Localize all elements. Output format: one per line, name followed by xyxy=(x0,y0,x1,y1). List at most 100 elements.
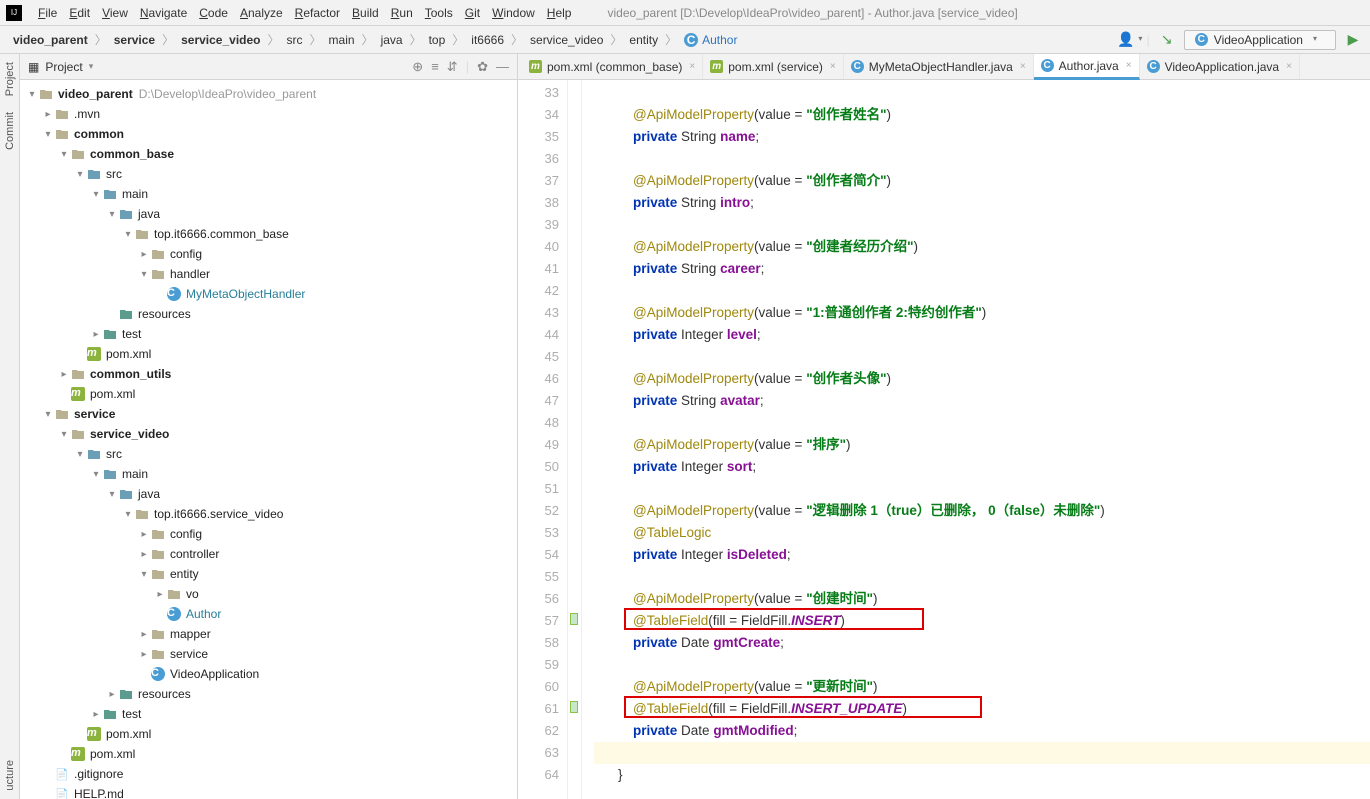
menu-run[interactable]: Run xyxy=(385,6,419,20)
close-icon[interactable]: × xyxy=(1020,61,1026,72)
close-icon[interactable]: × xyxy=(830,61,836,72)
breadcrumb-item[interactable]: service xyxy=(109,33,160,47)
hide-panel-icon[interactable]: — xyxy=(496,59,509,75)
code-line[interactable]: private Date gmtModified; xyxy=(594,720,1370,742)
menu-tools[interactable]: Tools xyxy=(419,6,459,20)
menu-code[interactable]: Code xyxy=(193,6,234,20)
tree-item[interactable]: ▾src xyxy=(20,164,517,184)
tree-item[interactable]: ▾top.it6666.service_video xyxy=(20,504,517,524)
chevron-down-icon[interactable]: ▾ xyxy=(89,61,94,72)
code-line[interactable] xyxy=(594,148,1370,170)
editor-tab[interactable]: CAuthor.java× xyxy=(1034,54,1140,80)
tree-root[interactable]: ▾video_parentD:\Develop\IdeaPro\video_pa… xyxy=(20,84,517,104)
commit-tool-tab[interactable]: Commit xyxy=(2,104,18,158)
code-line[interactable] xyxy=(594,654,1370,676)
tree-item[interactable]: mpom.xml xyxy=(20,344,517,364)
breadcrumb-item[interactable]: src xyxy=(282,33,308,47)
breadcrumb-item[interactable]: service_video xyxy=(525,33,608,47)
run-config-selector[interactable]: C VideoApplication ▾ xyxy=(1184,30,1336,50)
code-line[interactable]: @TableField(fill = FieldFill.INSERT) xyxy=(594,610,1370,632)
breadcrumb-item[interactable]: main xyxy=(324,33,360,47)
tree-item[interactable]: ▸vo xyxy=(20,584,517,604)
code-line[interactable]: private String career; xyxy=(594,258,1370,280)
tree-item[interactable]: ▸controller xyxy=(20,544,517,564)
code-line[interactable] xyxy=(594,346,1370,368)
collapse-all-icon[interactable]: ⇵ xyxy=(447,59,458,75)
menu-refactor[interactable]: Refactor xyxy=(289,6,346,20)
project-tool-tab[interactable]: Project xyxy=(2,54,18,104)
breadcrumb-item[interactable]: video_parent xyxy=(8,33,93,47)
code-line[interactable]: @ApiModelProperty(value = "创作者简介") xyxy=(594,170,1370,192)
close-icon[interactable]: × xyxy=(1286,61,1292,72)
menu-window[interactable]: Window xyxy=(486,6,541,20)
tree-item[interactable]: ▾main xyxy=(20,184,517,204)
code-line[interactable]: private Integer isDeleted; xyxy=(594,544,1370,566)
tree-item[interactable]: mpom.xml xyxy=(20,744,517,764)
expand-all-icon[interactable]: ≡ xyxy=(431,59,439,75)
code-line[interactable]: @TableLogic xyxy=(594,522,1370,544)
select-opened-file-icon[interactable]: ⊕ xyxy=(412,59,423,75)
menu-git[interactable]: Git xyxy=(459,6,486,20)
menu-edit[interactable]: Edit xyxy=(63,6,96,20)
tree-item[interactable]: ▾main xyxy=(20,464,517,484)
run-button[interactable]: ▶ xyxy=(1344,31,1362,49)
code-line[interactable] xyxy=(594,82,1370,104)
code-editor[interactable]: 3334353637383940414243444546474849505152… xyxy=(518,80,1370,799)
tree-item[interactable]: ▾src xyxy=(20,444,517,464)
menu-help[interactable]: Help xyxy=(541,6,578,20)
code-line[interactable]: private String intro; xyxy=(594,192,1370,214)
close-icon[interactable]: × xyxy=(689,61,695,72)
code-line[interactable]: @ApiModelProperty(value = "更新时间") xyxy=(594,676,1370,698)
tree-item[interactable]: CAuthor xyxy=(20,604,517,624)
code-line[interactable]: @ApiModelProperty(value = "创建时间") xyxy=(594,588,1370,610)
menu-analyze[interactable]: Analyze xyxy=(234,6,289,20)
code-line[interactable] xyxy=(594,214,1370,236)
tree-item[interactable]: ▸test xyxy=(20,704,517,724)
code-content[interactable]: @ApiModelProperty(value = "创作者姓名") priva… xyxy=(582,80,1370,799)
code-line[interactable]: @TableField(fill = FieldFill.INSERT_UPDA… xyxy=(594,698,1370,720)
tree-item[interactable]: ▾java xyxy=(20,484,517,504)
breadcrumb-item[interactable]: service_video xyxy=(176,33,265,47)
tree-item[interactable]: CVideoApplication xyxy=(20,664,517,684)
editor-tab[interactable]: mpom.xml (common_base)× xyxy=(522,54,703,79)
code-line[interactable]: private String name; xyxy=(594,126,1370,148)
build-button[interactable]: ↘ xyxy=(1158,31,1176,49)
code-line[interactable] xyxy=(594,566,1370,588)
editor-tab[interactable]: CVideoApplication.java× xyxy=(1140,54,1300,79)
code-line[interactable]: private Date gmtCreate; xyxy=(594,632,1370,654)
tree-item[interactable]: resources xyxy=(20,304,517,324)
tree-item[interactable]: ▸common_utils xyxy=(20,364,517,384)
code-line[interactable] xyxy=(594,478,1370,500)
tree-item[interactable]: ▸resources xyxy=(20,684,517,704)
tree-item[interactable]: ▸.mvn xyxy=(20,104,517,124)
tree-item[interactable]: ▾top.it6666.common_base xyxy=(20,224,517,244)
tree-item[interactable]: ▾entity xyxy=(20,564,517,584)
code-line[interactable] xyxy=(594,280,1370,302)
menu-file[interactable]: File xyxy=(32,6,63,20)
code-line[interactable]: @ApiModelProperty(value = "排序") xyxy=(594,434,1370,456)
editor-tab[interactable]: CMyMetaObjectHandler.java× xyxy=(844,54,1034,79)
code-line[interactable]: } xyxy=(594,764,1370,786)
breadcrumb-item[interactable]: top xyxy=(424,33,451,47)
tree-item[interactable]: ▸mapper xyxy=(20,624,517,644)
tree-item[interactable]: CMyMetaObjectHandler xyxy=(20,284,517,304)
tree-item[interactable]: ▸config xyxy=(20,244,517,264)
tree-item[interactable]: ▾common xyxy=(20,124,517,144)
editor-tab[interactable]: mpom.xml (service)× xyxy=(703,54,844,79)
code-line[interactable]: private Integer level; xyxy=(594,324,1370,346)
breadcrumb-item[interactable]: java xyxy=(376,33,408,47)
tree-item[interactable]: ▾common_base xyxy=(20,144,517,164)
menu-build[interactable]: Build xyxy=(346,6,385,20)
menu-view[interactable]: View xyxy=(96,6,134,20)
code-line[interactable]: @ApiModelProperty(value = "创建者经历介绍") xyxy=(594,236,1370,258)
settings-icon[interactable]: ✿ xyxy=(477,59,488,75)
code-line[interactable] xyxy=(594,742,1370,764)
code-line[interactable]: private Integer sort; xyxy=(594,456,1370,478)
cwm-icon[interactable]: 👤▾ xyxy=(1121,31,1139,49)
tree-item[interactable]: 📄.gitignore xyxy=(20,764,517,784)
code-line[interactable]: @ApiModelProperty(value = "创作者头像") xyxy=(594,368,1370,390)
code-line[interactable]: @ApiModelProperty(value = "创作者姓名") xyxy=(594,104,1370,126)
code-line[interactable]: private String avatar; xyxy=(594,390,1370,412)
breadcrumb-item[interactable]: entity xyxy=(624,33,663,47)
tree-item[interactable]: ▾handler xyxy=(20,264,517,284)
